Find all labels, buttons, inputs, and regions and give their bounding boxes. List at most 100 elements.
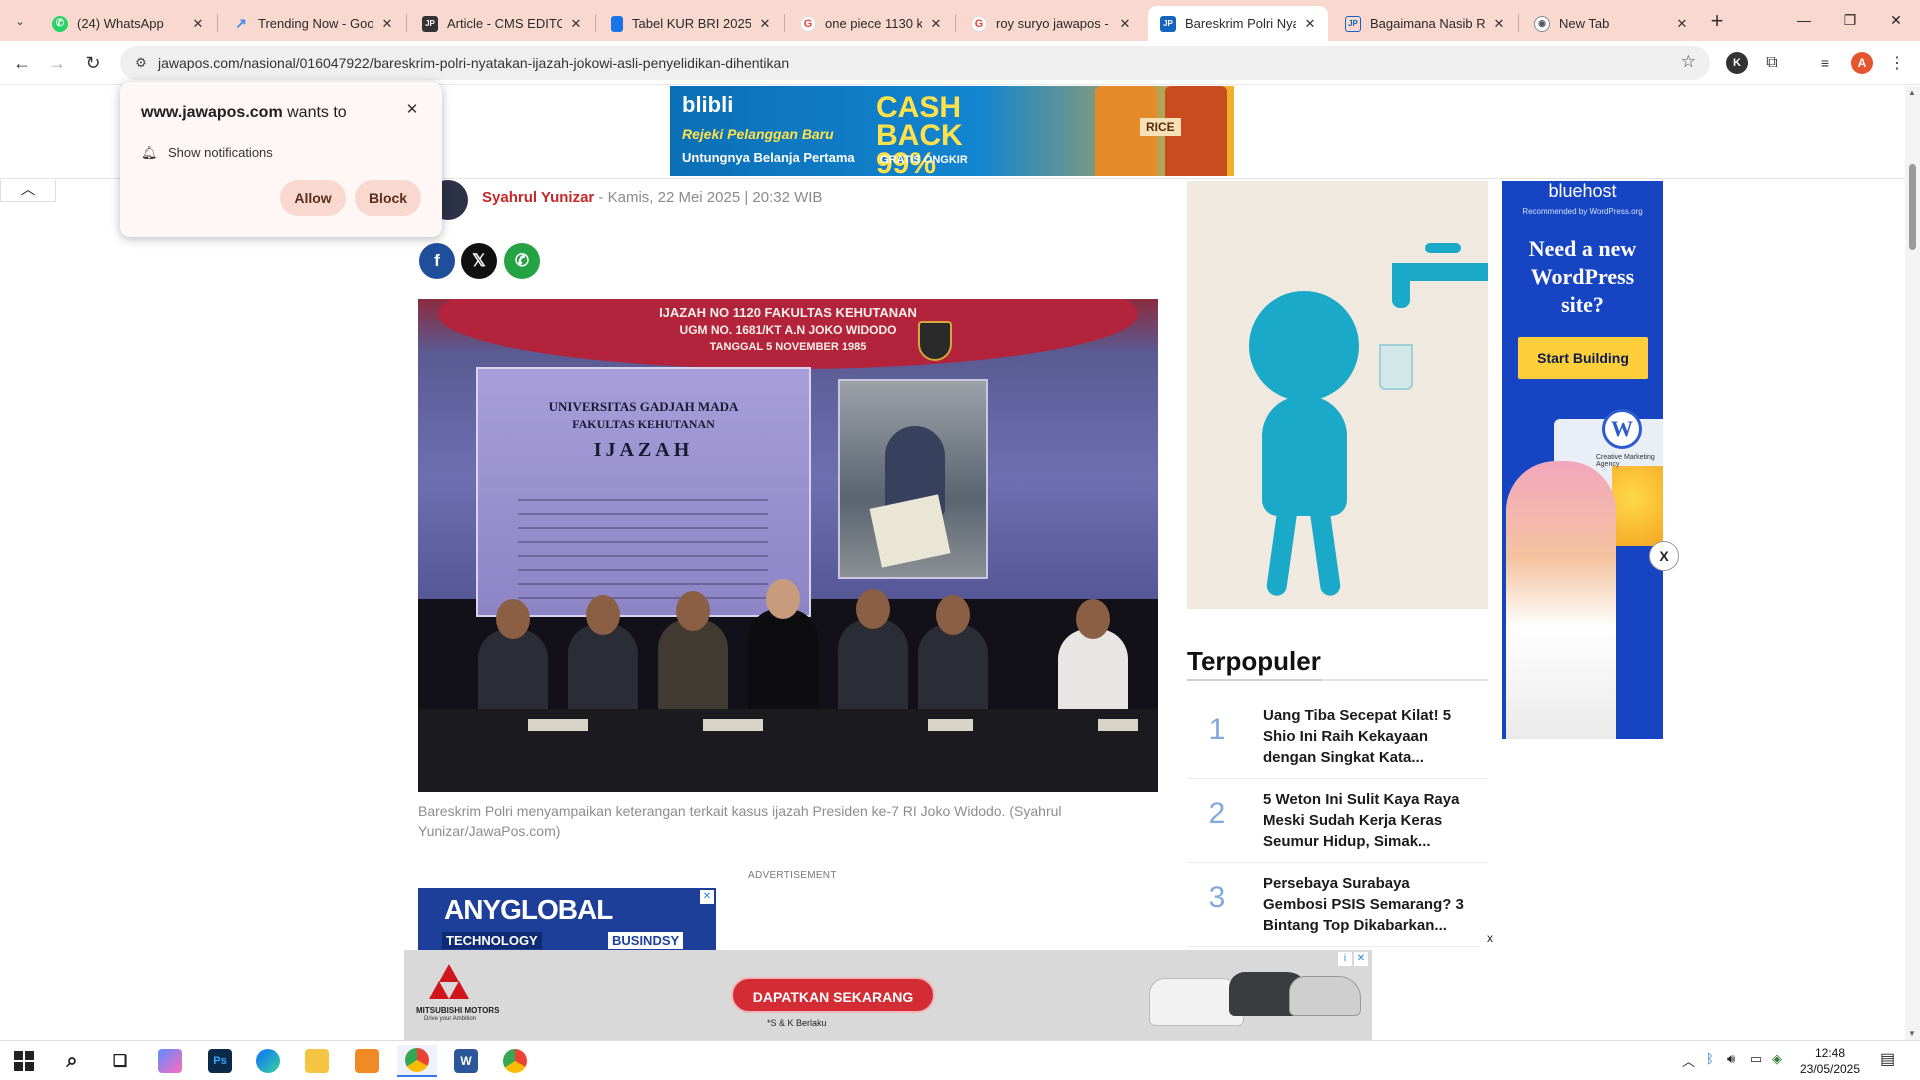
close-icon[interactable]: ✕ xyxy=(1491,16,1507,32)
tab-trending[interactable]: ↗ Trending Now - Goog ✕ xyxy=(221,6,405,41)
close-icon[interactable]: ✕ xyxy=(379,16,395,32)
allow-button[interactable]: Allow xyxy=(280,180,346,216)
ad-close-icon[interactable]: ✕ xyxy=(700,890,714,904)
tab-search-button[interactable]: ⌄ xyxy=(8,9,32,33)
dapatkan-sekarang-button[interactable]: DAPATKAN SEKARANG xyxy=(731,977,935,1013)
block-button[interactable]: Block xyxy=(355,180,421,216)
word-icon: W xyxy=(454,1049,478,1073)
popular-title[interactable]: 5 Weton Ini Sulit Kaya Raya Meski Sudah … xyxy=(1263,789,1478,852)
close-window-button[interactable]: ✕ xyxy=(1873,0,1919,40)
tab-one-piece[interactable]: G one piece 1130 kapan ✕ xyxy=(788,6,954,41)
scroll-up-icon[interactable]: ▲ xyxy=(1908,88,1916,97)
popup-close-button[interactable]: ✕ xyxy=(402,100,422,120)
popular-rank: 2 xyxy=(1208,797,1226,830)
press-conference-people xyxy=(418,579,1158,719)
close-icon[interactable]: ✕ xyxy=(1302,16,1318,32)
tab-bareskrim-active[interactable]: JP Bareskrim Polri Nyata ✕ xyxy=(1148,6,1328,41)
edge-icon xyxy=(256,1049,280,1073)
start-building-button[interactable]: Start Building xyxy=(1518,337,1648,379)
start-button[interactable] xyxy=(4,1045,44,1077)
reload-button[interactable]: ↻ xyxy=(79,49,107,77)
close-icon[interactable]: ✕ xyxy=(757,16,773,32)
task-view-icon: ❏ xyxy=(112,1053,128,1070)
app-icon xyxy=(355,1049,379,1073)
profile-avatar[interactable]: A xyxy=(1851,52,1873,74)
tab-new-tab[interactable]: ◉ New Tab ✕ xyxy=(1522,6,1700,41)
top-banner-ad[interactable]: blibli Rejeki Pelanggan Baru Untungnya B… xyxy=(670,86,1234,176)
taskbar-edge[interactable] xyxy=(248,1045,288,1077)
mitsubishi-tagline: Drive your Ambition xyxy=(424,1016,477,1022)
extension-k-icon[interactable]: K xyxy=(1726,52,1748,74)
popular-item[interactable]: 1 Uang Tiba Secepat Kilat! 5 Shio Ini Ra… xyxy=(1187,695,1488,779)
media-controls-icon[interactable]: ≡ xyxy=(1814,52,1836,74)
tab-tabel-kur[interactable]: Tabel KUR BRI 2025 P ✕ xyxy=(599,6,783,41)
scroll-thumb[interactable] xyxy=(1909,164,1916,250)
tab-separator xyxy=(217,14,218,32)
popular-title[interactable]: Uang Tiba Secepat Kilat! 5 Shio Ini Raih… xyxy=(1263,705,1478,768)
tab-bagaimana-nasib[interactable]: JP Bagaimana Nasib Roy ✕ xyxy=(1333,6,1517,41)
ad-line1: Rejeki Pelanggan Baru xyxy=(682,126,834,142)
system-clock[interactable]: 12:48 23/05/2025 xyxy=(1795,1045,1865,1077)
share-x-button[interactable]: 𝕏 xyxy=(461,243,497,279)
tray-overflow-icon[interactable]: ︿ xyxy=(1682,1051,1695,1070)
police-emblem-icon xyxy=(918,321,952,361)
taskbar-photoshop[interactable]: Ps xyxy=(200,1045,240,1077)
taskbar-file-explorer[interactable] xyxy=(297,1045,337,1077)
taskbar-copilot[interactable] xyxy=(150,1045,190,1077)
extensions-puzzle-icon[interactable]: ⧉ xyxy=(1761,52,1783,74)
network-icon[interactable]: ▭ xyxy=(1750,1051,1762,1067)
facebook-icon: f xyxy=(434,251,440,270)
restore-button[interactable]: ❐ xyxy=(1827,0,1873,40)
forward-button[interactable]: → xyxy=(43,49,71,77)
popular-section-title: Terpopuler xyxy=(1187,646,1321,676)
ad-line2: Untungnya Belanja Pertama xyxy=(682,150,855,165)
taskbar-word[interactable]: W xyxy=(446,1045,486,1077)
url-text[interactable]: jawapos.com/nasional/016047922/bareskrim… xyxy=(158,55,789,71)
address-bar[interactable]: ⚙ jawapos.com/nasional/016047922/bareskr… xyxy=(120,46,1710,80)
bluehost-ad[interactable]: bluehost Recommended by WordPress.org Ne… xyxy=(1502,181,1663,739)
sidebar-illustration-ad[interactable] xyxy=(1187,181,1488,609)
close-icon[interactable]: ✕ xyxy=(1674,16,1690,32)
page-scrollbar[interactable]: ▲ ▼ xyxy=(1905,86,1920,1040)
ad-close-icon[interactable]: ✕ xyxy=(1354,952,1368,966)
menu-kebab-icon[interactable]: ⋮ xyxy=(1886,52,1908,74)
taskbar-app-orange[interactable] xyxy=(347,1045,387,1077)
ad-info-icon[interactable]: i xyxy=(1338,952,1352,966)
tab-whatsapp[interactable]: ✆ (24) WhatsApp ✕ xyxy=(40,6,216,41)
tab-roy-suryo[interactable]: G roy suryo jawapos - G ✕ xyxy=(959,6,1143,41)
sticky-ad-close-button[interactable]: x xyxy=(1480,928,1500,948)
security-icon[interactable]: ◈ xyxy=(1772,1051,1782,1067)
search-button[interactable]: ⌕ xyxy=(52,1045,92,1077)
back-button[interactable]: ← xyxy=(8,49,36,77)
task-view-button[interactable]: ❏ xyxy=(100,1045,140,1077)
taskbar-chrome[interactable] xyxy=(397,1045,437,1077)
close-icon[interactable]: ✕ xyxy=(190,16,206,32)
tab-cms-editor[interactable]: JP Article - CMS EDITOR ✕ xyxy=(410,6,594,41)
popular-item[interactable]: 3 Persebaya Surabaya Gembosi PSIS Semara… xyxy=(1187,863,1488,947)
close-icon[interactable]: ✕ xyxy=(928,16,944,32)
sticky-bottom-ad[interactable]: MITSUBISHI MOTORS Drive your Ambition DA… xyxy=(404,950,1372,1040)
browser-toolbar: ← → ↻ ⚙ jawapos.com/nasional/016047922/b… xyxy=(0,41,1920,85)
tab-separator xyxy=(595,14,596,32)
minimize-button[interactable]: — xyxy=(1781,0,1827,40)
share-facebook-button[interactable]: f xyxy=(419,243,455,279)
new-tab-button[interactable]: + xyxy=(1703,8,1731,36)
copilot-icon xyxy=(158,1049,182,1073)
close-icon[interactable]: ✕ xyxy=(1117,16,1133,32)
bluetooth-icon[interactable]: ᛒ xyxy=(1706,1051,1714,1066)
photoshop-icon: Ps xyxy=(208,1049,232,1073)
popular-title[interactable]: Persebaya Surabaya Gembosi PSIS Semarang… xyxy=(1263,873,1478,936)
whatsapp-icon: ✆ xyxy=(514,251,530,270)
bluehost-close-button[interactable]: X xyxy=(1649,541,1679,571)
volume-icon[interactable]: 🔊︎ xyxy=(1727,1051,1735,1067)
author-link[interactable]: Syahrul Yunizar xyxy=(482,189,594,206)
taskbar-chrome-profile[interactable] xyxy=(495,1045,535,1077)
site-settings-icon[interactable]: ⚙ xyxy=(130,52,152,74)
collapse-header-button[interactable]: ︿ xyxy=(0,180,56,202)
share-whatsapp-button[interactable]: ✆ xyxy=(504,243,540,279)
notification-center-icon[interactable]: ▤ xyxy=(1880,1049,1895,1069)
close-icon[interactable]: ✕ xyxy=(568,16,584,32)
bookmark-star-icon[interactable]: ☆ xyxy=(1681,52,1696,72)
popular-item[interactable]: 2 5 Weton Ini Sulit Kaya Raya Meski Suda… xyxy=(1187,779,1488,863)
scroll-down-icon[interactable]: ▼ xyxy=(1908,1029,1916,1038)
